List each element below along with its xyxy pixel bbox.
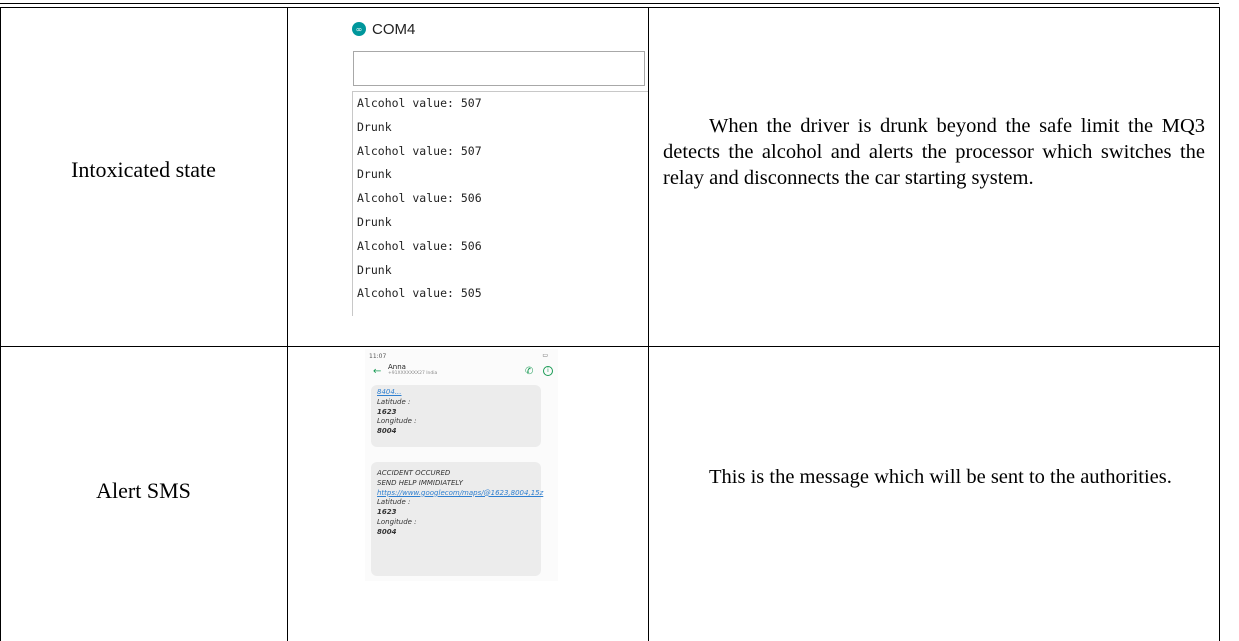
row-label-alert-sms: Alert SMS [96, 478, 191, 503]
sms-line-accident: ACCIDENT OCCURED [377, 469, 451, 477]
sms-line-help: SEND HELP IMMIDIATELY [377, 478, 463, 487]
arduino-icon: ∞ [352, 22, 366, 36]
row-description-alert-sms: This is the message which will be sent t… [709, 466, 1172, 488]
sms-screenshot: 11:07 ▭ ← Anna +91XXXXXXX27 India ✆ i 84… [365, 349, 558, 581]
table-top-rule-inner [0, 7, 1219, 8]
table-col-divider-1 [287, 7, 288, 641]
serial-output-line: Drunk [357, 119, 392, 134]
table-left-border [0, 7, 1, 641]
table-right-border [1219, 7, 1220, 641]
sms-longitude-label: Longitude : [377, 417, 417, 426]
sms-latitude-label: Latitude : [377, 397, 411, 406]
table-top-rule [0, 3, 1219, 4]
serial-output-line: Alcohol value: 506 [357, 191, 482, 206]
serial-output-line: Drunk [357, 262, 392, 277]
table-col-divider-2 [648, 7, 649, 641]
status-bar-time: 11:07 [369, 353, 387, 360]
sms-longitude-value: 8004 [377, 427, 397, 436]
serial-output-line: Drunk [357, 167, 392, 182]
sms-map-link[interactable]: https://www.googlecom/maps/@1623,8004,15… [377, 489, 543, 499]
sms-link-fragment[interactable]: 8404... [377, 388, 535, 398]
serial-monitor: ∞ COM4 Alcohol value: 507 Drunk Alcohol … [352, 10, 648, 316]
serial-output-line: Alcohol value: 507 [357, 143, 482, 158]
sms-longitude-label: Longitude : [377, 517, 417, 526]
serial-port-name: COM4 [372, 20, 416, 38]
serial-output-line: Alcohol value: 505 [357, 286, 482, 301]
serial-output-line: Alcohol value: 506 [357, 238, 482, 253]
serial-output-line: Alcohol value: 507 [357, 96, 482, 110]
row-description-intoxicated: When the driver is drunk beyond the safe… [663, 115, 1205, 189]
sms-bubble: 8404... Latitude : 1623 Longitude : 8004 [371, 385, 541, 447]
sms-bubble: ACCIDENT OCCURED SEND HELP IMMIDIATELY h… [371, 462, 543, 576]
table-row-divider [0, 346, 1219, 347]
sms-latitude-value: 1623 [377, 508, 397, 517]
sms-longitude-value: 8004 [377, 527, 397, 536]
sms-latitude-label: Latitude : [377, 498, 411, 507]
serial-output-line: Drunk [357, 214, 392, 229]
contact-name: Anna [388, 363, 406, 371]
info-icon[interactable]: i [543, 366, 553, 376]
phone-call-icon[interactable]: ✆ [525, 366, 533, 377]
contact-number: +91XXXXXXX27 India [388, 371, 438, 376]
back-arrow-icon[interactable]: ← [373, 366, 381, 377]
serial-input-field[interactable] [353, 51, 645, 86]
serial-output: Alcohol value: 507 Drunk Alcohol value: … [352, 91, 648, 316]
sms-latitude-value: 1623 [377, 407, 397, 416]
status-bar-battery-icon: ▭ [542, 352, 548, 359]
row-label-intoxicated: Intoxicated state [71, 157, 216, 182]
serial-monitor-title-bar: ∞ COM4 [352, 16, 415, 42]
